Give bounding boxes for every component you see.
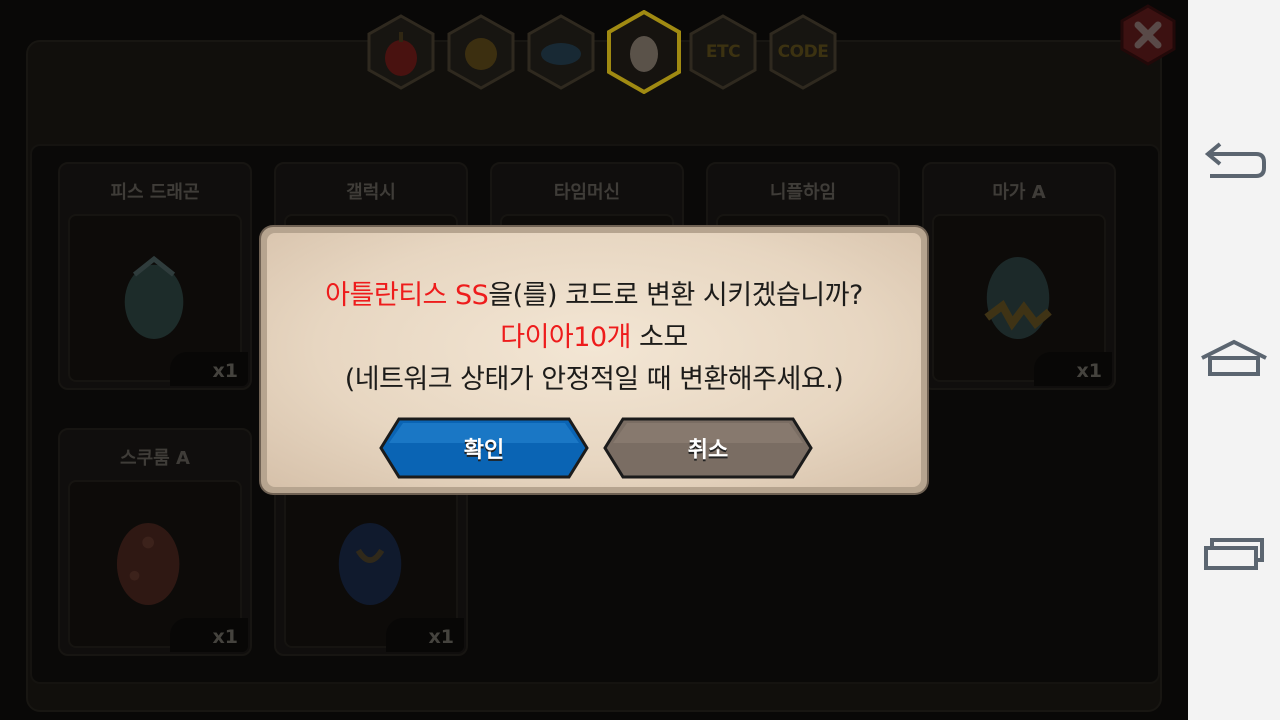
recent-apps-icon bbox=[1204, 538, 1264, 570]
cancel-button[interactable]: 취소 bbox=[603, 417, 813, 479]
system-navigation-bar bbox=[1188, 0, 1280, 720]
home-icon bbox=[1201, 339, 1267, 376]
item-name-highlight: 아틀란티스 SS bbox=[325, 280, 489, 311]
dialog-notice: (네트워크 상태가 안정적일 때 변환해주세요.) bbox=[344, 364, 844, 395]
home-button[interactable] bbox=[1198, 330, 1270, 390]
back-icon bbox=[1204, 142, 1266, 178]
confirm-label: 확인 bbox=[463, 438, 505, 463]
question-text: 을(를) 코드로 변환 시키겠습니까? bbox=[488, 280, 863, 311]
back-button[interactable] bbox=[1198, 132, 1270, 192]
cancel-label: 취소 bbox=[687, 438, 729, 463]
cost-highlight: 다이아10개 bbox=[500, 322, 631, 353]
confirm-dialog: 아틀란티스 SS을(를) 코드로 변환 시키겠습니까? 다이아10개 소모 (네… bbox=[261, 227, 927, 493]
recent-apps-button[interactable] bbox=[1198, 524, 1270, 584]
cost-suffix: 소모 bbox=[630, 322, 688, 353]
dialog-cost: 다이아10개 소모 bbox=[267, 315, 921, 354]
game-screen: ETC CODE 피스 드래곤 x1 갤럭시 x1 타임머신 x1 니플하임 x… bbox=[0, 0, 1188, 720]
confirm-button[interactable]: 확인 bbox=[379, 417, 589, 479]
dialog-question: 아틀란티스 SS을(를) 코드로 변환 시키겠습니까? bbox=[267, 273, 921, 312]
dialog-body: 아틀란티스 SS을(를) 코드로 변환 시키겠습니까? 다이아10개 소모 (네… bbox=[267, 233, 921, 487]
